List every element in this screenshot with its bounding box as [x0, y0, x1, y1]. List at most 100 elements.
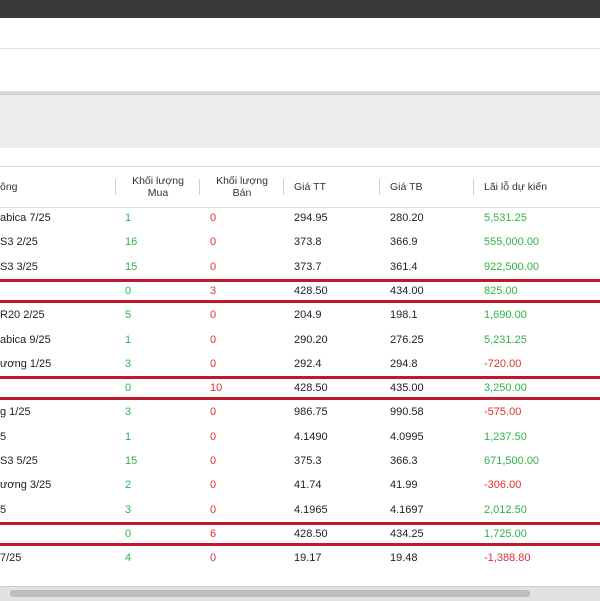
cell-name: S3 3/25 — [0, 260, 38, 273]
cell-tb: 4.0995 — [390, 430, 424, 443]
window-title-bar — [0, 0, 600, 18]
cell-pnl: 1,725.00 — [484, 527, 527, 540]
cell-tt: 19.17 — [294, 552, 322, 565]
col-header-price-tt[interactable]: Giá TT — [284, 167, 380, 207]
cell-pnl: -1,388.80 — [484, 552, 531, 565]
cell-sell: 0 — [210, 503, 217, 516]
col-header-price-tb[interactable]: Giá TB — [380, 167, 474, 207]
cell-sell: 10 — [210, 382, 223, 395]
cell-buy: 3 — [125, 406, 132, 419]
cell-tb: 366.3 — [390, 455, 418, 467]
cell-tb: 366.9 — [390, 236, 418, 249]
cell-buy: 0 — [125, 284, 132, 297]
cell-buy: 0 — [125, 527, 132, 540]
col-header-sell-qty[interactable]: Khối lượng Bán — [200, 167, 284, 207]
cell-buy: 15 — [125, 260, 138, 273]
table-row[interactable]: S3 3/25 15 0 373.7 361.4 922,500.00 — [0, 255, 600, 279]
positions-table: ông Khối lượng Mua Khối lượng Bán Giá TT… — [0, 148, 600, 588]
cell-sell: 0 — [210, 430, 217, 443]
cell-buy: 0 — [125, 382, 132, 395]
cell-tb: 990.58 — [390, 406, 424, 419]
cell-pnl: 3,250.00 — [484, 382, 527, 395]
cell-tt: 428.50 — [294, 382, 328, 395]
cell-pnl: 1,237.50 — [484, 430, 527, 443]
col-header-sell-qty-label: Khối lượng Bán — [216, 175, 268, 199]
cell-sell: 0 — [210, 455, 217, 467]
table-row-highlighted[interactable]: 0 10 428.50 435.00 3,250.00 — [0, 376, 600, 401]
cell-name: ương 3/25 — [0, 479, 52, 492]
col-header-pnl-label: Lãi lỗ dự kiến — [484, 181, 548, 193]
table-row[interactable]: 5 3 0 4.1965 4.1697 2,012.50 — [0, 498, 600, 522]
cell-name: abica 9/25 — [0, 333, 51, 346]
cell-tt: 986.75 — [294, 406, 328, 419]
cell-tt: 428.50 — [294, 527, 328, 540]
cell-buy: 1 — [125, 430, 132, 443]
table-row[interactable]: R20 2/25 5 0 204.9 198.1 1,690.00 — [0, 303, 600, 327]
col-header-price-tb-label: Giá TB — [390, 181, 423, 193]
cell-tt: 373.7 — [294, 260, 322, 273]
cell-buy: 4 — [125, 552, 132, 565]
cell-name: 7/25 — [0, 552, 22, 565]
cell-tt: 373.8 — [294, 236, 322, 249]
cell-pnl: -575.00 — [484, 406, 522, 419]
table-row[interactable]: abica 7/25 1 0 294.95 280.20 5,531.25 — [0, 206, 600, 230]
table-row[interactable]: abica 9/25 1 0 290.20 276.25 5,231.25 — [0, 328, 600, 352]
cell-tb: 4.1697 — [390, 503, 424, 516]
col-header-buy-qty[interactable]: Khối lượng Mua — [116, 167, 200, 207]
horizontal-scrollbar[interactable] — [0, 586, 600, 601]
cell-buy: 3 — [125, 357, 132, 370]
cell-tt: 292.4 — [294, 357, 322, 370]
cell-tb: 434.25 — [390, 527, 424, 540]
cell-name: ương 1/25 — [0, 357, 52, 370]
cell-sell: 3 — [210, 284, 217, 297]
cell-name: abica 7/25 — [0, 212, 51, 224]
cell-name: S3 5/25 — [0, 455, 38, 467]
table-row-highlighted[interactable]: 0 6 428.50 434.25 1,725.00 — [0, 521, 600, 546]
cell-tb: 19.48 — [390, 552, 418, 565]
toolbar-area — [0, 18, 600, 49]
cell-buy: 3 — [125, 503, 132, 516]
table-header: ông Khối lượng Mua Khối lượng Bán Giá TT… — [0, 166, 600, 208]
col-header-pnl[interactable]: Lãi lỗ dự kiến — [474, 167, 600, 207]
table-row[interactable]: 7/25 4 0 19.17 19.48 -1,388.80 — [0, 546, 600, 570]
cell-sell: 0 — [210, 479, 217, 492]
cell-pnl: 5,531.25 — [484, 212, 527, 224]
cell-pnl: -306.00 — [484, 479, 522, 492]
cell-tb: 41.99 — [390, 479, 418, 492]
table-row[interactable]: 5 1 0 4.1490 4.0995 1,237.50 — [0, 425, 600, 449]
col-header-name[interactable]: ông — [0, 167, 116, 207]
cell-sell: 0 — [210, 236, 217, 249]
col-header-name-label: ông — [0, 181, 18, 193]
cell-tt: 428.50 — [294, 284, 328, 297]
cell-sell: 0 — [210, 552, 217, 565]
cell-buy: 1 — [125, 212, 132, 224]
cell-pnl: 1,690.00 — [484, 309, 527, 322]
table-row[interactable]: ương 3/25 2 0 41.74 41.99 -306.00 — [0, 473, 600, 497]
cell-name: g 1/25 — [0, 406, 31, 419]
cell-pnl: 5,231.25 — [484, 333, 527, 346]
cell-tb: 434.00 — [390, 284, 424, 297]
cell-buy: 5 — [125, 309, 132, 322]
cell-tt: 4.1490 — [294, 430, 328, 443]
cell-name: R20 2/25 — [0, 309, 45, 322]
col-header-price-tt-label: Giá TT — [294, 181, 326, 193]
filter-area — [0, 49, 600, 92]
table-row-highlighted[interactable]: 0 3 428.50 434.00 825.00 — [0, 278, 600, 303]
cell-tb: 280.20 — [390, 212, 424, 224]
cell-tb: 361.4 — [390, 260, 418, 273]
cell-sell: 0 — [210, 212, 217, 224]
cell-tt: 41.74 — [294, 479, 322, 492]
table-row[interactable]: S3 5/25 15 0 375.3 366.3 671,500.00 — [0, 449, 600, 473]
cell-pnl: 555,000.00 — [484, 236, 540, 249]
cell-tb: 294.8 — [390, 357, 418, 370]
col-header-buy-qty-label: Khối lượng Mua — [132, 175, 184, 199]
table-row[interactable]: ương 1/25 3 0 292.4 294.8 -720.00 — [0, 352, 600, 376]
cell-name: S3 2/25 — [0, 236, 38, 249]
cell-pnl: 2,012.50 — [484, 503, 527, 516]
table-row[interactable]: g 1/25 3 0 986.75 990.58 -575.00 — [0, 400, 600, 424]
table-row[interactable]: S3 2/25 16 0 373.8 366.9 555,000.00 — [0, 230, 600, 254]
cell-tt: 204.9 — [294, 309, 322, 322]
cell-sell: 0 — [210, 260, 217, 273]
scrollbar-thumb[interactable] — [10, 590, 530, 597]
cell-sell: 0 — [210, 357, 217, 370]
